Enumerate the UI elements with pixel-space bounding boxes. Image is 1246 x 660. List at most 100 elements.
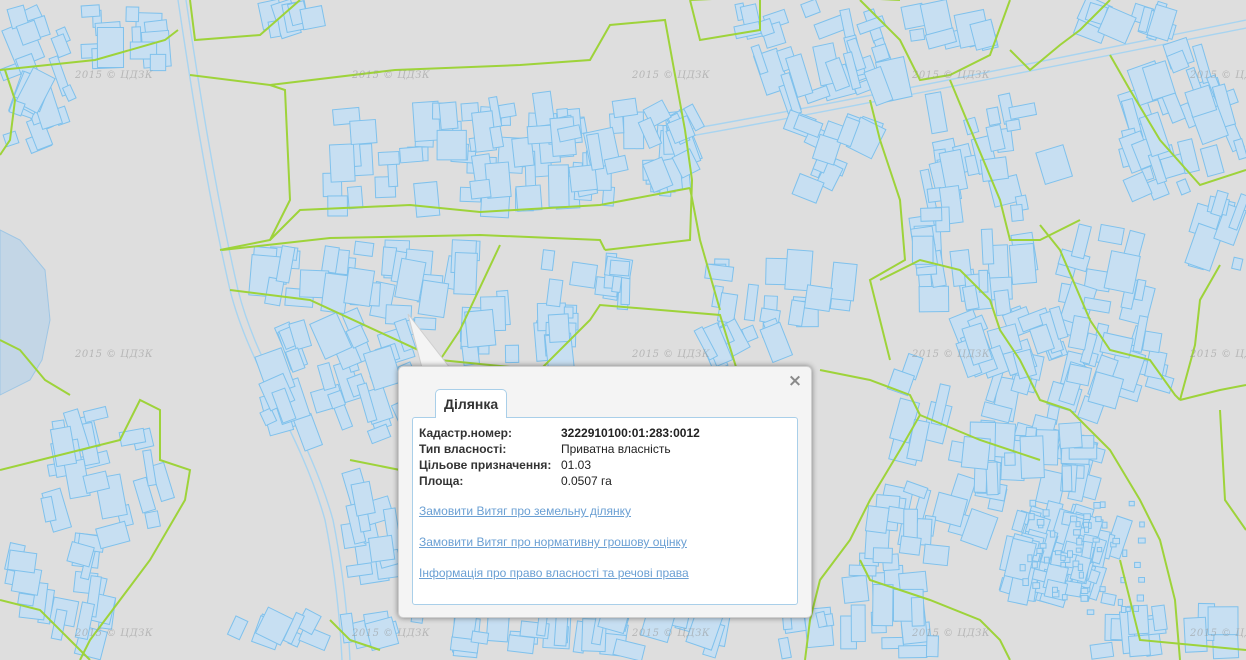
building	[1097, 223, 1125, 246]
building	[1061, 594, 1068, 601]
field-label: Площа:	[419, 474, 464, 488]
building	[1083, 521, 1089, 528]
building	[1095, 516, 1102, 523]
ownership-rights-info-link[interactable]: Інформація про право власності та речові…	[419, 566, 689, 580]
building	[569, 261, 599, 289]
building	[1031, 561, 1038, 569]
field-label: Цільове призначення:	[419, 458, 552, 472]
building	[864, 505, 890, 534]
building	[343, 266, 376, 308]
tab-parcel[interactable]: Ділянка	[435, 389, 508, 418]
building	[470, 630, 490, 645]
building	[829, 261, 858, 302]
building	[7, 549, 38, 574]
building	[436, 129, 467, 161]
purpose-value: 01.03	[561, 458, 592, 472]
cadastral-number-value: 3222910100:01:283:0012	[561, 426, 700, 440]
building	[1101, 521, 1108, 529]
building	[611, 97, 639, 119]
order-parcel-extract-link[interactable]: Замовити Витяг про земельну ділянку	[419, 504, 631, 518]
building	[611, 275, 623, 293]
building	[1139, 521, 1145, 528]
building	[1039, 543, 1047, 549]
building	[980, 228, 995, 265]
building	[1099, 586, 1106, 593]
area-value: 0.0507 га	[561, 474, 612, 488]
building	[1099, 501, 1106, 508]
order-valuation-extract-link[interactable]: Замовити Витяг про нормативну грошову оц…	[419, 535, 687, 549]
building	[545, 278, 564, 308]
building	[1117, 598, 1123, 606]
building	[497, 102, 517, 119]
building	[540, 249, 556, 271]
building	[1043, 556, 1050, 564]
building	[353, 240, 375, 257]
building	[918, 285, 950, 313]
building	[1078, 571, 1084, 579]
building	[1049, 530, 1056, 538]
building	[346, 185, 364, 210]
building	[1058, 421, 1083, 450]
building	[438, 101, 459, 131]
building	[1207, 606, 1239, 636]
building	[1060, 555, 1066, 561]
building	[920, 207, 943, 222]
building	[1042, 509, 1050, 517]
building	[504, 344, 520, 364]
building	[1029, 499, 1037, 507]
building	[144, 510, 161, 530]
building	[898, 535, 922, 556]
building	[399, 146, 424, 164]
building	[125, 6, 140, 23]
building	[1027, 554, 1033, 563]
building	[623, 111, 645, 150]
building	[1009, 203, 1024, 222]
building	[327, 195, 348, 217]
building	[1100, 592, 1117, 606]
building	[349, 118, 378, 146]
building	[850, 604, 866, 643]
building	[515, 184, 543, 212]
building	[1070, 515, 1078, 523]
building	[1073, 529, 1081, 536]
building	[1120, 606, 1127, 613]
building	[1092, 537, 1100, 543]
building	[469, 178, 492, 200]
building	[547, 313, 571, 343]
building	[1112, 537, 1121, 545]
building	[149, 53, 167, 72]
building	[1151, 604, 1168, 632]
building	[1093, 502, 1101, 509]
building	[1125, 606, 1131, 612]
building	[1077, 563, 1084, 572]
building	[1076, 537, 1083, 546]
building	[1133, 605, 1139, 612]
building	[1067, 550, 1073, 558]
building	[1141, 330, 1163, 354]
close-icon[interactable]: ×	[787, 373, 803, 390]
building	[1138, 577, 1145, 583]
field-label: Тип власності:	[419, 442, 507, 456]
ownership-type-value: Приватна власність	[561, 442, 671, 456]
building	[1060, 561, 1067, 568]
field-label: Кадастр.номер:	[419, 426, 512, 440]
building	[1028, 513, 1035, 521]
building	[1089, 641, 1115, 660]
building	[377, 150, 400, 166]
building	[453, 251, 478, 296]
building	[1136, 594, 1144, 602]
building	[993, 289, 1012, 317]
building	[299, 5, 326, 31]
building	[1022, 578, 1029, 587]
building	[328, 143, 356, 183]
building	[1066, 363, 1093, 387]
building	[1086, 609, 1095, 615]
building	[898, 644, 928, 659]
building	[547, 164, 570, 208]
building	[1231, 256, 1244, 271]
parcel-info-popup: × Ділянка Кадастр.номер: 3222910100:01:2…	[398, 366, 812, 618]
building	[1083, 513, 1091, 520]
building	[922, 543, 950, 567]
building	[841, 574, 870, 604]
parcel-info-panel: Кадастр.номер: 3222910100:01:283:0012 Ти…	[412, 417, 798, 605]
